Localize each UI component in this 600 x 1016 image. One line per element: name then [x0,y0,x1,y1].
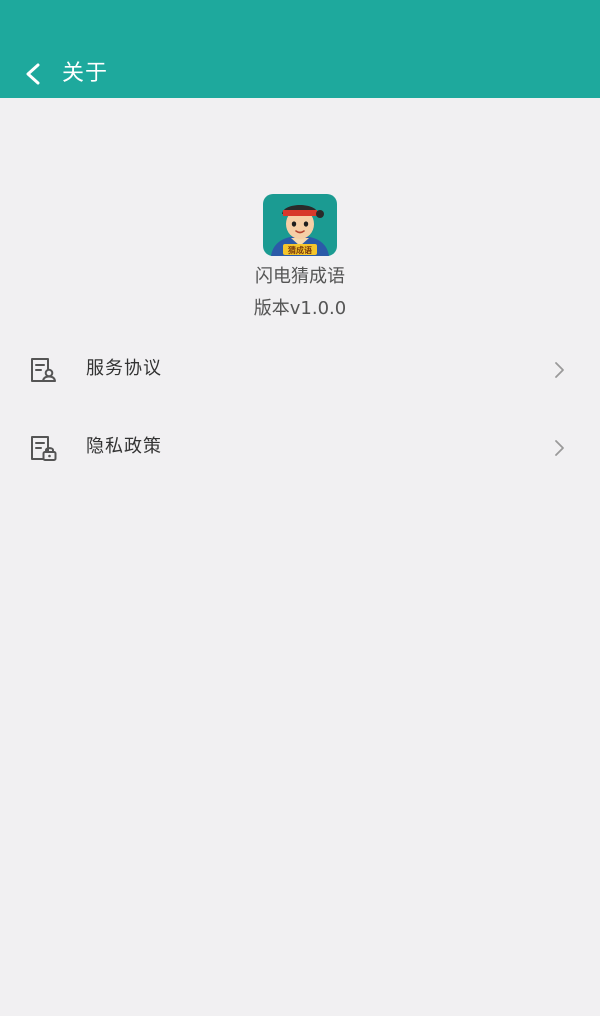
back-button[interactable] [18,58,50,90]
app-version: 版本v1.0.0 [253,298,347,319]
app-header: 关于 [0,0,600,98]
chevron-right-icon [552,438,566,458]
app-logo: 猜成语 [263,194,337,256]
logo-banner-text: 猜成语 [287,245,312,255]
page-title: 关于 [62,61,109,86]
menu-item-label: 隐私政策 [86,436,162,457]
chevron-right-icon [552,360,566,380]
menu-item-service-agreement[interactable]: 服务协议 [0,338,600,400]
chevron-left-icon [26,63,40,85]
document-lock-icon [28,434,58,462]
menu-item-privacy-policy[interactable]: 隐私政策 [0,416,600,478]
document-user-icon [28,356,58,384]
app-name: 闪电猜成语 [255,266,345,287]
app-info: 猜成语 闪电猜成语 版本v1.0.0 [0,194,600,321]
menu-item-label: 服务协议 [86,358,162,379]
